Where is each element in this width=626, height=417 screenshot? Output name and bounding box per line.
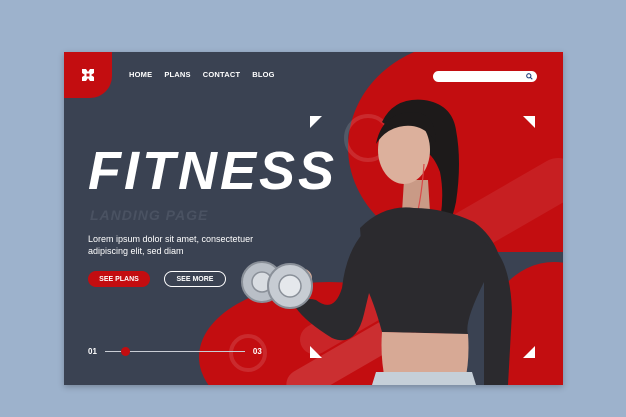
search-icon[interactable] xyxy=(526,73,533,80)
hero-title: FITNESS xyxy=(88,141,338,201)
pager-end: 03 xyxy=(252,347,262,356)
nav-blog[interactable]: BLOG xyxy=(252,70,274,79)
main-nav: HOME PLANS CONTACT BLOG xyxy=(129,70,275,79)
nav-contact[interactable]: CONTACT xyxy=(203,70,241,79)
see-plans-button[interactable]: SEE PLANS xyxy=(88,271,150,287)
nav-home[interactable]: HOME xyxy=(129,70,152,79)
see-more-button[interactable]: SEE MORE xyxy=(164,271,226,287)
pager-handle[interactable] xyxy=(121,347,131,356)
slide-pager: 01 03 xyxy=(88,347,262,356)
hero-subtitle: LANDING PAGE xyxy=(90,207,209,223)
nav-plans[interactable]: PLANS xyxy=(164,70,190,79)
dumbbell-icon xyxy=(241,261,313,309)
logo-icon xyxy=(82,69,94,81)
pager-start: 01 xyxy=(88,347,97,356)
hero-description: Lorem ipsum dolor sit amet, consectetuer… xyxy=(88,234,254,256)
landing-page: HOME PLANS CONTACT BLOG FITNESS LANDING … xyxy=(64,52,563,385)
search-bar xyxy=(433,71,537,82)
search-input[interactable] xyxy=(434,72,526,81)
logo[interactable] xyxy=(64,52,112,98)
pager-track[interactable] xyxy=(104,347,245,356)
